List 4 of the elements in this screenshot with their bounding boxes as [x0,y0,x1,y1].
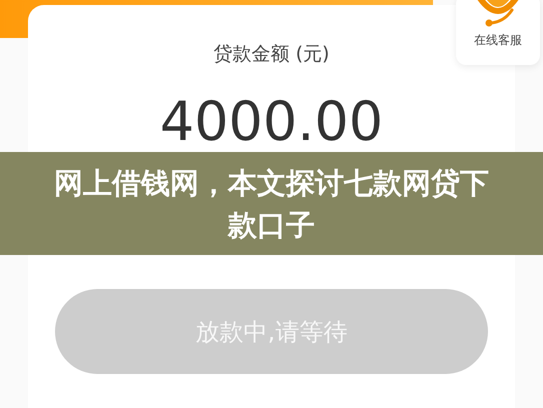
loan-amount: 4000.00 [160,95,384,149]
loan-amount-label: 贷款金额 (元) [214,42,330,67]
banner-title: 网上借钱网，本文探讨七款网贷下款口子 [53,164,490,244]
customer-service-button[interactable]: 在线客服 [456,0,540,65]
